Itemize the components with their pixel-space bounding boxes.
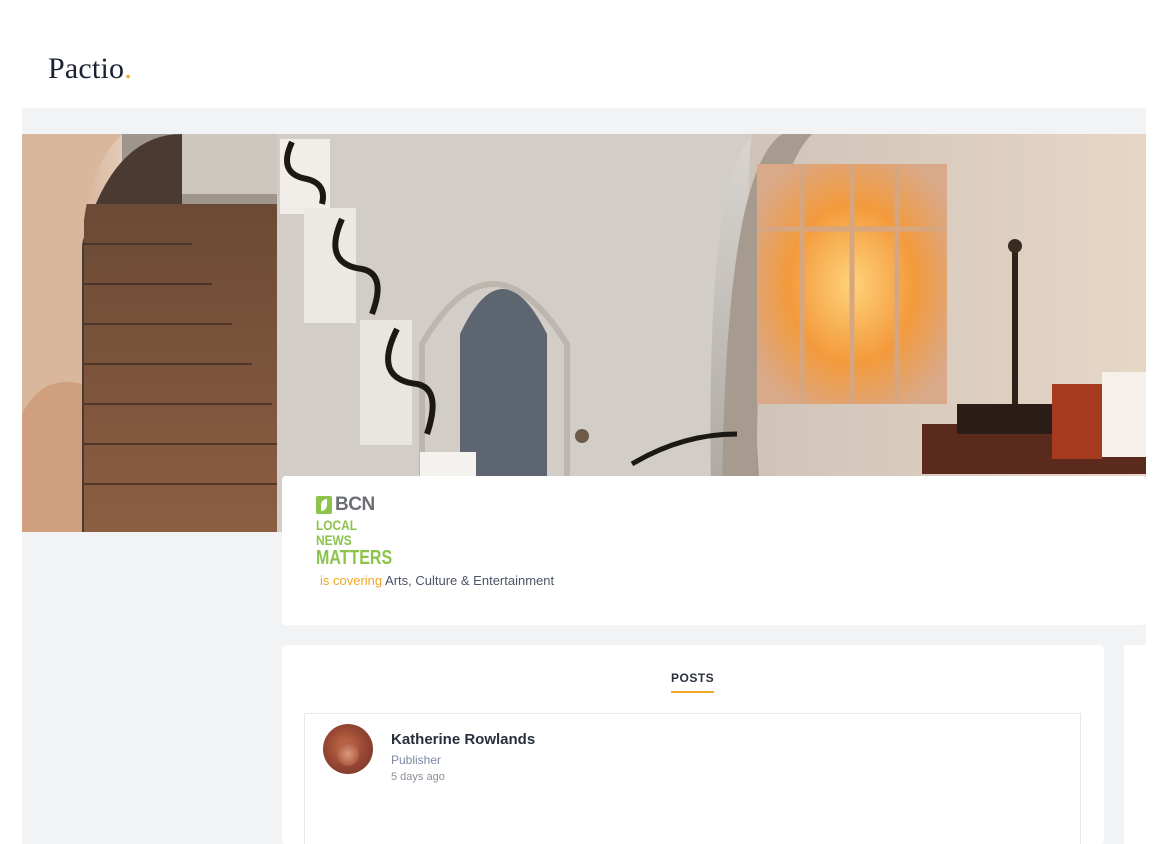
pactio-logo[interactable]: Pactio. <box>48 52 132 86</box>
brand-line-2: MATTERS <box>316 547 393 569</box>
post-author[interactable]: Katherine Rowlands <box>391 731 535 748</box>
profile-card: BCN LOCAL NEWS MATTERS is covering Arts,… <box>282 476 1146 625</box>
logo-dot: . <box>124 52 132 85</box>
avatar[interactable] <box>323 724 373 774</box>
leaf-icon <box>316 496 332 514</box>
posts-card: POSTS Katherine Rowlands Publisher 5 day… <box>282 645 1104 844</box>
brand-line-1: LOCAL NEWS <box>316 517 357 548</box>
top-bar: Pactio. <box>0 0 1172 108</box>
page-body: BCN LOCAL NEWS MATTERS is covering Arts,… <box>22 108 1146 844</box>
brand-top-row: BCN <box>316 494 394 516</box>
cover-photo <box>22 134 1146 532</box>
publisher-logo[interactable]: BCN LOCAL NEWS MATTERS <box>316 494 394 568</box>
side-panel <box>1124 645 1146 844</box>
brand-top-text: BCN <box>335 494 375 515</box>
post-author-role: Publisher <box>391 753 442 767</box>
cover-image <box>22 134 1146 532</box>
covering-prefix: is covering <box>320 573 383 588</box>
covering-text: is covering Arts, Culture & Entertainmen… <box>320 573 554 588</box>
covering-topic[interactable]: Arts, Culture & Entertainment <box>385 573 554 588</box>
logo-text: Pactio <box>48 52 125 85</box>
post-card[interactable]: Katherine Rowlands Publisher 5 days ago <box>304 713 1081 844</box>
tab-posts[interactable]: POSTS <box>671 671 715 693</box>
post-timestamp: 5 days ago <box>391 771 445 783</box>
